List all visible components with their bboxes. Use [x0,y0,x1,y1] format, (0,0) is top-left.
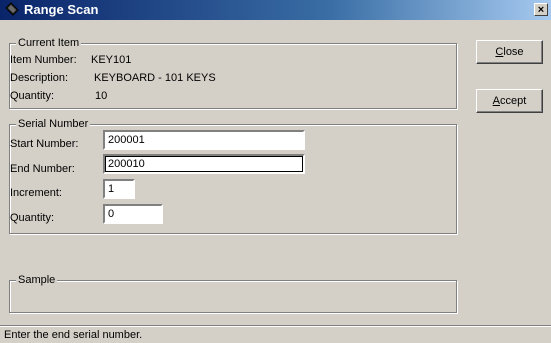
start-number-input[interactable] [103,130,305,150]
window-title: Range Scan [24,2,99,17]
increment-input[interactable] [103,179,135,199]
serial-quantity-label: Quantity: [10,212,55,224]
current-quantity-label: Quantity: [10,90,55,102]
accept-button-label: ccept [500,95,527,107]
end-number-input[interactable] [103,154,305,174]
item-number-label: Item Number: [10,54,77,66]
accept-button-mnemonic: A [492,95,501,107]
sample-legend: Sample [16,273,58,287]
status-text: Enter the end serial number. [4,329,143,341]
status-bar: Enter the end serial number. [0,325,551,343]
accept-button[interactable]: Accept [476,89,543,113]
sample-group: Sample [9,273,457,313]
range-scan-window: Range Scan × Current Item Item Number: K… [0,0,551,343]
description-value: KEYBOARD - 101 KEYS [94,72,216,84]
end-number-label: End Number: [10,163,75,175]
close-button[interactable]: Close [476,40,543,64]
description-label: Description: [10,72,69,84]
item-number-value: KEY101 [91,54,132,66]
app-diamond-icon [4,2,20,18]
increment-label: Increment: [10,187,62,199]
serial-quantity-input[interactable] [103,204,163,224]
start-number-label: Start Number: [10,138,79,150]
window-close-button[interactable]: × [534,3,548,16]
close-button-label: lose [503,46,524,58]
current-item-legend: Current Item [16,36,82,50]
title-bar[interactable]: Range Scan × [0,0,551,20]
current-quantity-value: 10 [95,90,108,102]
serial-number-legend: Serial Number [16,117,91,131]
